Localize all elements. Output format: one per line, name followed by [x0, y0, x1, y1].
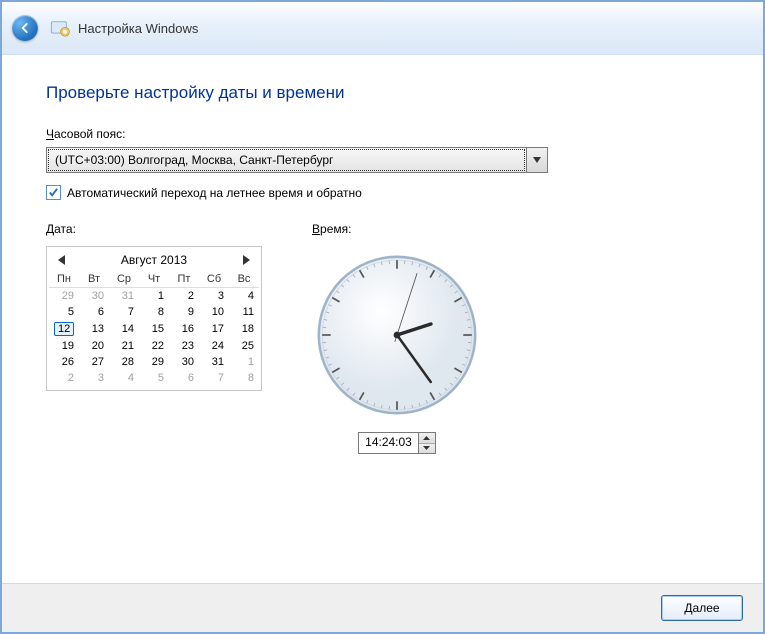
- calendar-day[interactable]: 29: [49, 288, 79, 305]
- calendar-prev-button[interactable]: [55, 253, 69, 267]
- calendar-day[interactable]: 7: [199, 370, 229, 386]
- calendar-day[interactable]: 12: [49, 320, 79, 338]
- calendar-day[interactable]: 14: [109, 320, 139, 338]
- calendar-day[interactable]: 25: [229, 338, 259, 354]
- calendar-day[interactable]: 16: [169, 320, 199, 338]
- calendar-day[interactable]: 21: [109, 338, 139, 354]
- next-button[interactable]: Далее: [661, 595, 743, 621]
- timezone-label: Часовой пояс:: [46, 127, 719, 141]
- calendar-day[interactable]: 5: [139, 370, 169, 386]
- timezone-selected: (UTC+03:00) Волгоград, Москва, Санкт-Пет…: [48, 149, 525, 171]
- calendar-day[interactable]: 8: [139, 304, 169, 320]
- calendar-day[interactable]: 24: [199, 338, 229, 354]
- calendar[interactable]: Август 2013 ПнВтСрЧтПтСбВс 2930311234567…: [46, 246, 262, 391]
- calendar-grid: ПнВтСрЧтПтСбВс 2930311234567891011121314…: [49, 271, 259, 386]
- calendar-day[interactable]: 6: [169, 370, 199, 386]
- calendar-day[interactable]: 11: [229, 304, 259, 320]
- calendar-day[interactable]: 19: [49, 338, 79, 354]
- calendar-day[interactable]: 28: [109, 354, 139, 370]
- date-label: Дата:: [46, 222, 262, 236]
- calendar-weekday: Пн: [49, 271, 79, 288]
- calendar-day[interactable]: 10: [199, 304, 229, 320]
- calendar-day[interactable]: 18: [229, 320, 259, 338]
- triangle-down-icon: [423, 446, 430, 450]
- dst-checkbox[interactable]: [46, 185, 61, 200]
- triangle-up-icon: [423, 436, 430, 440]
- back-button[interactable]: [12, 15, 38, 41]
- time-value[interactable]: 14:24:03: [359, 433, 419, 453]
- analog-clock: [312, 250, 482, 420]
- calendar-day[interactable]: 6: [79, 304, 109, 320]
- checkmark-icon: [48, 187, 59, 198]
- time-spinner[interactable]: 14:24:03: [358, 432, 436, 454]
- timezone-combobox[interactable]: (UTC+03:00) Волгоград, Москва, Санкт-Пет…: [46, 147, 548, 173]
- calendar-day[interactable]: 31: [199, 354, 229, 370]
- calendar-day[interactable]: 27: [79, 354, 109, 370]
- header-bar: Настройка Windows: [2, 2, 763, 55]
- time-spin-up[interactable]: [419, 433, 435, 444]
- calendar-day[interactable]: 17: [199, 320, 229, 338]
- calendar-weekday: Вс: [229, 271, 259, 288]
- combobox-dropdown-button[interactable]: [526, 148, 547, 172]
- calendar-day[interactable]: 30: [79, 288, 109, 305]
- date-column: Дата: Август 2013 ПнВтСрЧтПтСбВс: [46, 222, 262, 454]
- calendar-day[interactable]: 3: [79, 370, 109, 386]
- calendar-month-title[interactable]: Август 2013: [121, 253, 187, 267]
- footer: Далее: [2, 583, 763, 632]
- time-column: Время:: [312, 222, 482, 454]
- calendar-day[interactable]: 5: [49, 304, 79, 320]
- calendar-day[interactable]: 13: [79, 320, 109, 338]
- calendar-day[interactable]: 26: [49, 354, 79, 370]
- header-title: Настройка Windows: [78, 21, 198, 36]
- calendar-next-button[interactable]: [239, 253, 253, 267]
- calendar-weekday: Чт: [139, 271, 169, 288]
- calendar-weekday: Пт: [169, 271, 199, 288]
- calendar-day[interactable]: 23: [169, 338, 199, 354]
- calendar-day[interactable]: 2: [49, 370, 79, 386]
- calendar-weekday: Сб: [199, 271, 229, 288]
- windows-setup-icon: [50, 18, 70, 38]
- setup-window: Настройка Windows Проверьте настройку да…: [0, 0, 765, 634]
- triangle-left-icon: [58, 255, 66, 265]
- calendar-day[interactable]: 2: [169, 288, 199, 305]
- calendar-day[interactable]: 20: [79, 338, 109, 354]
- calendar-day[interactable]: 9: [169, 304, 199, 320]
- arrow-left-icon: [18, 21, 32, 35]
- calendar-day[interactable]: 15: [139, 320, 169, 338]
- calendar-day[interactable]: 1: [229, 354, 259, 370]
- calendar-weekday: Ср: [109, 271, 139, 288]
- calendar-weekday: Вт: [79, 271, 109, 288]
- calendar-day[interactable]: 29: [139, 354, 169, 370]
- calendar-day[interactable]: 31: [109, 288, 139, 305]
- calendar-day[interactable]: 4: [229, 288, 259, 305]
- page-title: Проверьте настройку даты и времени: [46, 83, 719, 103]
- calendar-day[interactable]: 1: [139, 288, 169, 305]
- calendar-day[interactable]: 30: [169, 354, 199, 370]
- dst-checkbox-row: Автоматический переход на летнее время и…: [46, 185, 719, 200]
- triangle-right-icon: [242, 255, 250, 265]
- dst-label: Автоматический переход на летнее время и…: [67, 186, 362, 200]
- calendar-day[interactable]: 7: [109, 304, 139, 320]
- chevron-down-icon: [533, 157, 541, 163]
- calendar-day[interactable]: 4: [109, 370, 139, 386]
- content-area: Проверьте настройку даты и времени Часов…: [2, 55, 763, 583]
- calendar-day[interactable]: 3: [199, 288, 229, 305]
- calendar-day[interactable]: 22: [139, 338, 169, 354]
- calendar-day[interactable]: 8: [229, 370, 259, 386]
- time-spin-down[interactable]: [419, 444, 435, 454]
- time-label: Время:: [312, 222, 351, 236]
